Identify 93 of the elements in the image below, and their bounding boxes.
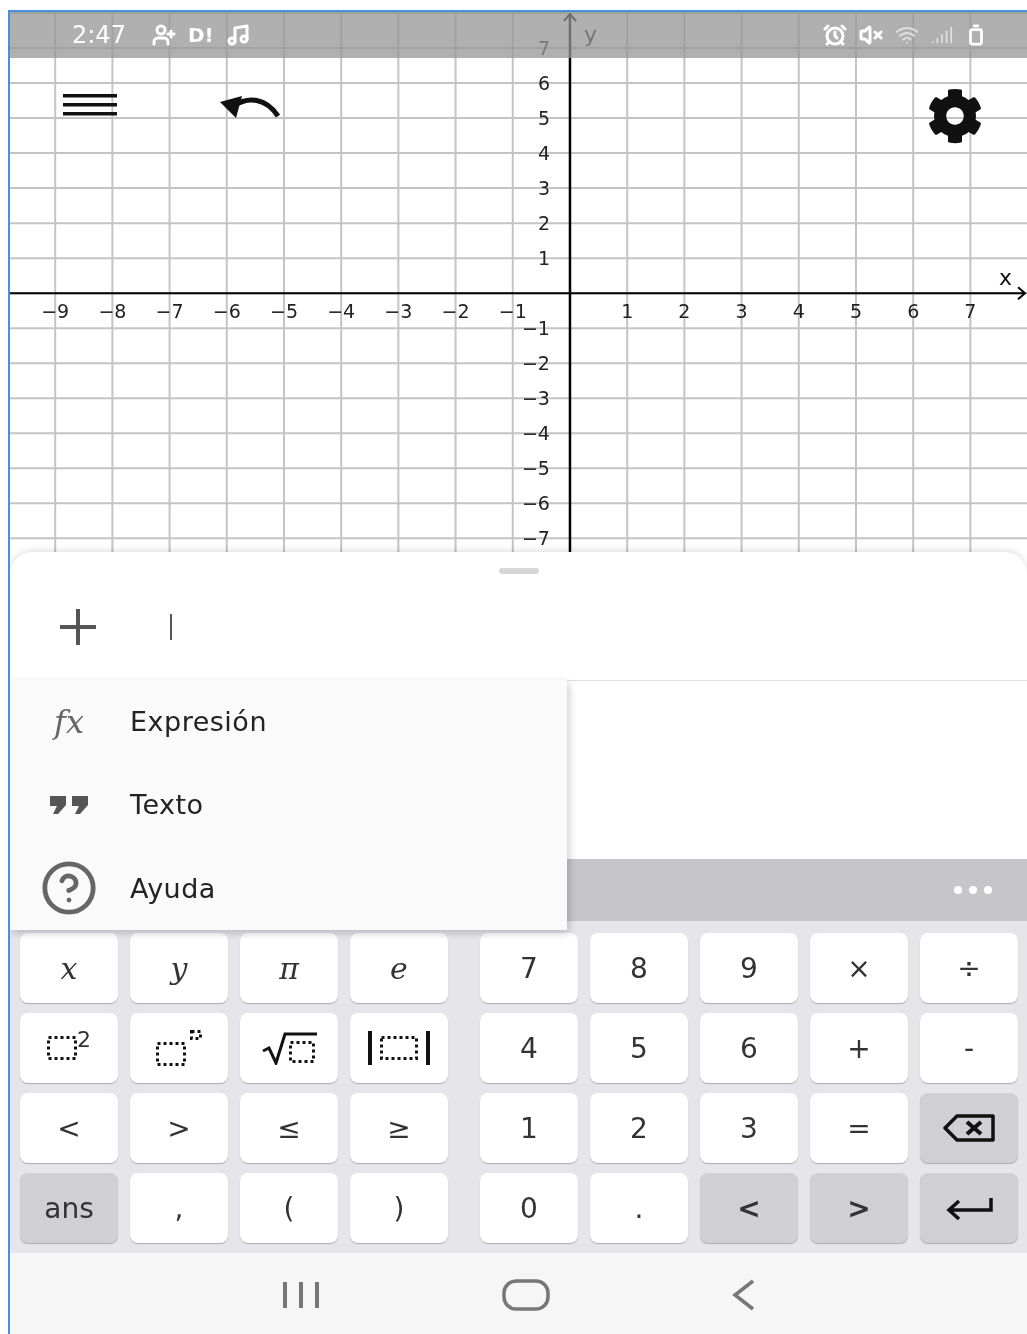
tick-label: −7 (155, 300, 184, 323)
keyboard-key[interactable]: > (130, 1093, 228, 1163)
keyboard-key[interactable]: 3 (700, 1093, 798, 1163)
keyboard-key[interactable]: π (240, 933, 338, 1003)
keyboard-key[interactable]: 6 (700, 1013, 798, 1083)
tick-label: −3 (521, 387, 550, 410)
keyboard-key[interactable]: 0 (480, 1173, 578, 1243)
menu-item[interactable]: Ayuda (10, 846, 567, 930)
tick-label: 1 (621, 300, 634, 323)
tick-label: −3 (384, 300, 413, 323)
keyboard-key[interactable]: = (810, 1093, 908, 1163)
tick-label: −6 (212, 300, 241, 323)
keyboard-key[interactable] (920, 1173, 1018, 1243)
music-icon (225, 23, 250, 47)
box-power-icon (156, 1030, 202, 1066)
add-button[interactable] (58, 607, 98, 647)
tick-label: 2 (678, 300, 691, 323)
recent-apps-icon[interactable] (280, 1281, 321, 1308)
signal-icon (931, 24, 953, 46)
tick-label: 3 (537, 177, 550, 200)
keyboard-key[interactable]: × (810, 933, 908, 1003)
tick-label: 5 (537, 107, 550, 130)
tick-label: −2 (441, 300, 470, 323)
drag-handle[interactable] (498, 568, 539, 574)
text-cursor (170, 614, 172, 640)
absolute-value-icon (366, 1031, 432, 1065)
tick-label: −6 (521, 492, 550, 515)
keyboard-key[interactable]: 4 (480, 1013, 578, 1083)
tick-label: −8 (98, 300, 127, 323)
menu-item[interactable]: fx Expresión (10, 680, 567, 764)
mute-icon (859, 23, 883, 47)
keyboard-key[interactable]: 1 (480, 1093, 578, 1163)
keyboard-key[interactable]: 2 (590, 1093, 688, 1163)
tick-label: 6 (907, 300, 920, 323)
keyboard-key[interactable]: 7 (480, 933, 578, 1003)
tick-label: −5 (521, 457, 550, 480)
quote-icon (48, 796, 90, 814)
keyboard-key[interactable]: 8 (590, 933, 688, 1003)
tick-label: −5 (270, 300, 298, 323)
keyboard-key[interactable]: ) (350, 1173, 448, 1243)
person-add-icon (151, 23, 176, 47)
tick-label: 3 (735, 300, 748, 323)
tick-label: 4 (792, 300, 805, 323)
tick-label: 1 (537, 247, 550, 270)
keyboard-key[interactable]: x (20, 933, 118, 1003)
keyboard-key[interactable]: - (920, 1013, 1018, 1083)
keyboard-key[interactable]: < (20, 1093, 118, 1163)
menu-item[interactable]: Texto (10, 763, 567, 847)
help-icon (40, 859, 98, 918)
tick-label: −2 (521, 352, 550, 375)
home-icon[interactable] (501, 1278, 550, 1311)
keyboard-key[interactable]: , (130, 1173, 228, 1243)
keyboard-key[interactable]: < (700, 1173, 798, 1243)
tick-label: −7 (521, 527, 550, 550)
keyboard-key[interactable]: > (810, 1173, 908, 1243)
keyboard-key[interactable]: 5 (590, 1013, 688, 1083)
keyboard-key[interactable]: 9 (700, 933, 798, 1003)
backspace-icon (943, 1114, 995, 1142)
function-icon: fx (54, 702, 84, 741)
keyboard-key[interactable] (920, 1093, 1018, 1163)
keyboard-key[interactable]: ≥ (350, 1093, 448, 1163)
tick-label: −4 (521, 422, 550, 445)
back-icon[interactable] (730, 1278, 757, 1311)
tick-label: 7 (964, 300, 977, 323)
tick-label: 6 (537, 72, 550, 95)
keyboard-key[interactable] (350, 1013, 448, 1083)
keyboard-key[interactable]: ÷ (920, 933, 1018, 1003)
enter-icon (945, 1196, 993, 1220)
keyboard-key[interactable]: 2 (20, 1013, 118, 1083)
undo-button[interactable] (220, 94, 280, 120)
keyboard-key[interactable] (240, 1013, 338, 1083)
menu-button[interactable] (63, 94, 117, 116)
tick-label: 4 (537, 142, 550, 165)
axis-label: x (999, 265, 1013, 291)
tick-label: 2 (537, 212, 550, 235)
box-placeholder-icon (47, 1036, 77, 1060)
keyboard-key[interactable]: y (130, 933, 228, 1003)
alarm-icon (823, 23, 847, 47)
keyboard-key[interactable]: . (590, 1173, 688, 1243)
tick-label: −4 (327, 300, 356, 323)
keyboard-key[interactable]: ans (20, 1173, 118, 1243)
tick-label: 5 (849, 300, 862, 323)
axis-label: y (584, 22, 597, 47)
status-time: 2:47 (72, 21, 126, 49)
keyboard-key[interactable]: ( (240, 1173, 338, 1243)
tick-label: 7 (537, 37, 550, 60)
tick-label: −9 (41, 300, 70, 323)
square-root-icon (261, 1031, 317, 1065)
keyboard-key[interactable]: + (810, 1013, 908, 1083)
notification-text: D! (187, 23, 214, 47)
settings-button[interactable] (927, 88, 983, 144)
keyboard-key[interactable]: ≤ (240, 1093, 338, 1163)
keyboard-key[interactable]: e (350, 933, 448, 1003)
